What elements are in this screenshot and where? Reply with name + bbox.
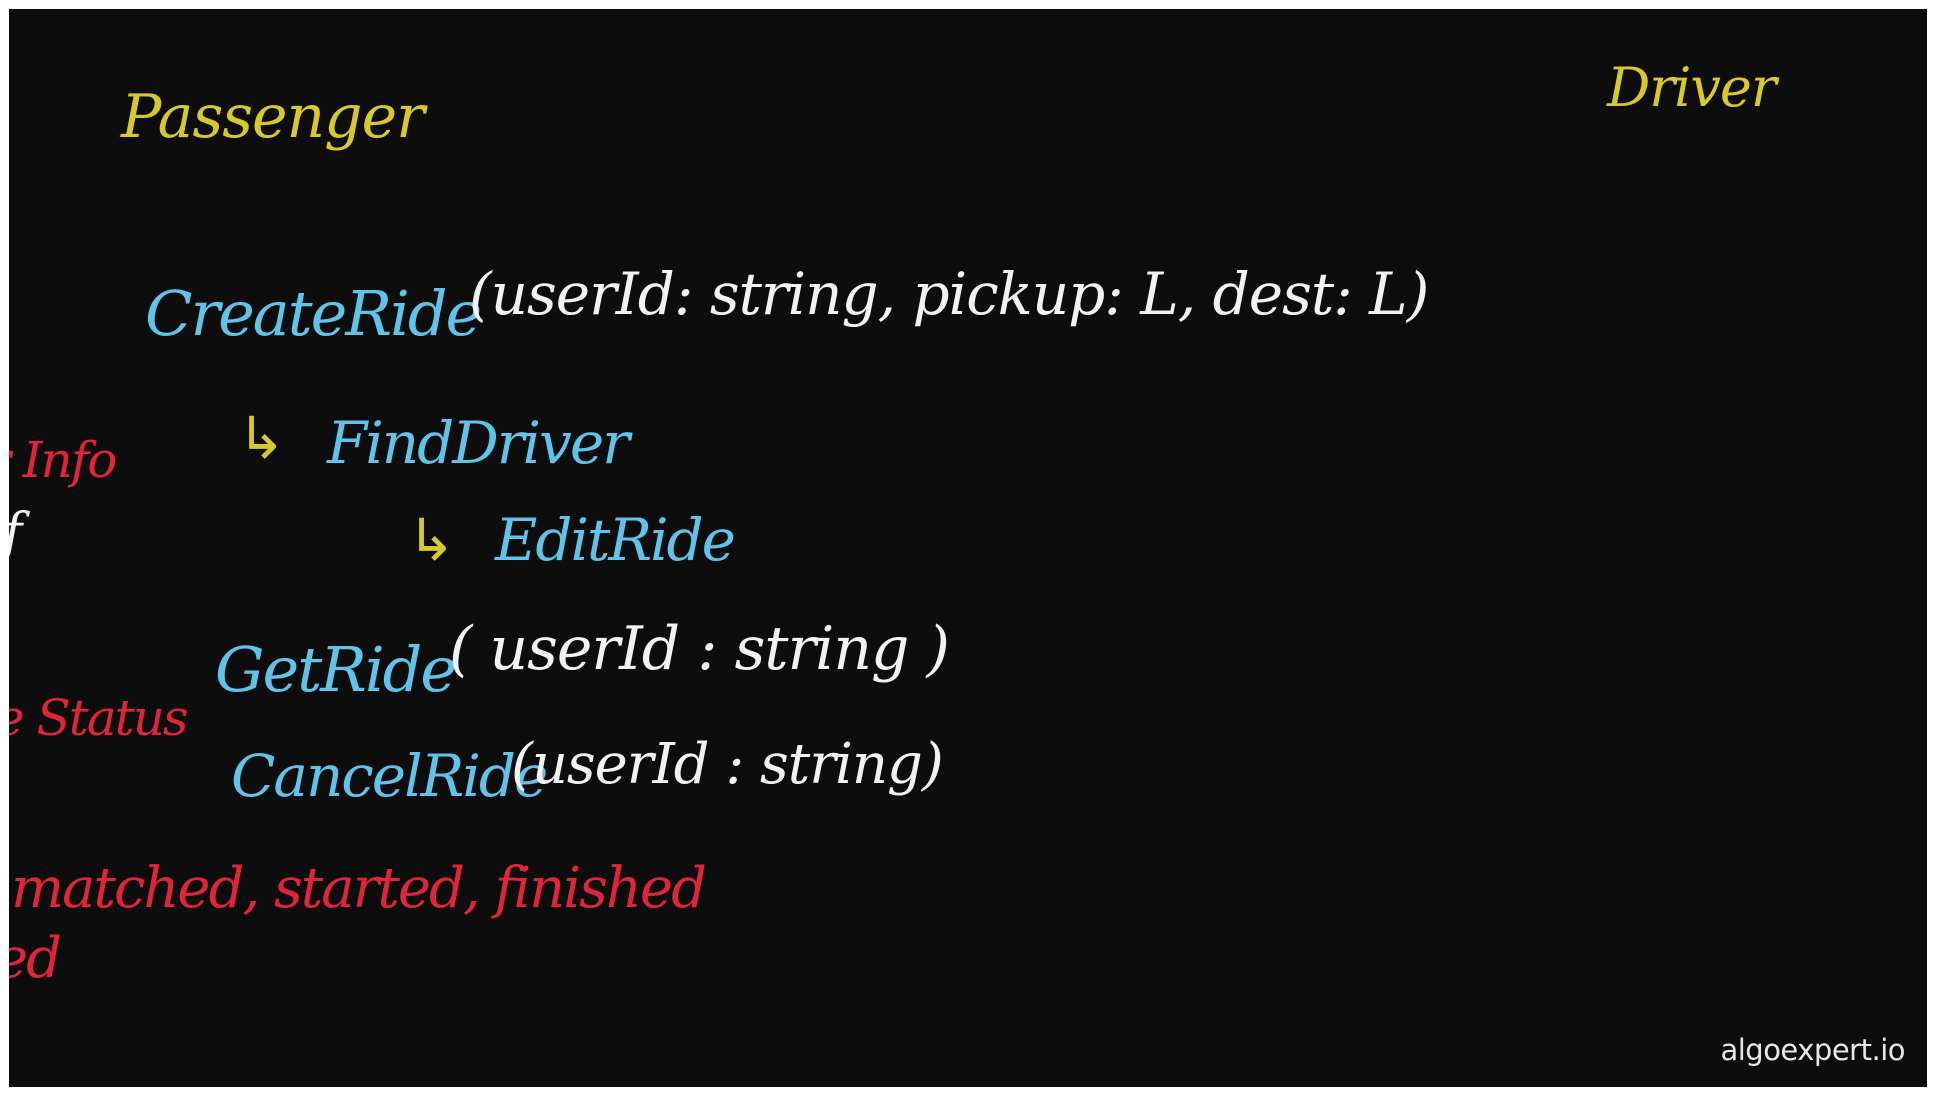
find-driver-arrow-icon: ↳	[237, 404, 286, 472]
whiteboard: Passenger Driver CreateRide (userId: str…	[9, 9, 1927, 1087]
partial-white-glyph: f	[9, 507, 22, 559]
cancel-ride-params: (userId : string)	[511, 732, 944, 797]
driver-heading: Driver	[1607, 56, 1777, 119]
create-ride-endpoint: CreateRide	[145, 277, 482, 350]
passenger-heading: Passenger	[121, 82, 425, 152]
edit-ride-step: EditRide	[495, 506, 736, 574]
passenger-info-note: r Info	[9, 431, 117, 489]
get-ride-params: ( userId : string )	[449, 614, 950, 684]
create-ride-params: (userId: string, pickup: L, dest: L)	[469, 260, 1429, 328]
algoexpert-watermark: algoexpert.io	[1720, 1033, 1905, 1067]
cancel-ride-endpoint: CancelRide	[231, 742, 548, 810]
get-ride-endpoint: GetRide	[215, 633, 457, 706]
find-driver-step: FindDriver	[327, 409, 630, 477]
ride-states-note-continued: ed	[9, 926, 62, 991]
ride-status-note: e Status	[9, 689, 189, 747]
ride-states-note: matched, started, finished	[11, 856, 707, 921]
edit-ride-arrow-icon: ↳	[407, 506, 456, 574]
